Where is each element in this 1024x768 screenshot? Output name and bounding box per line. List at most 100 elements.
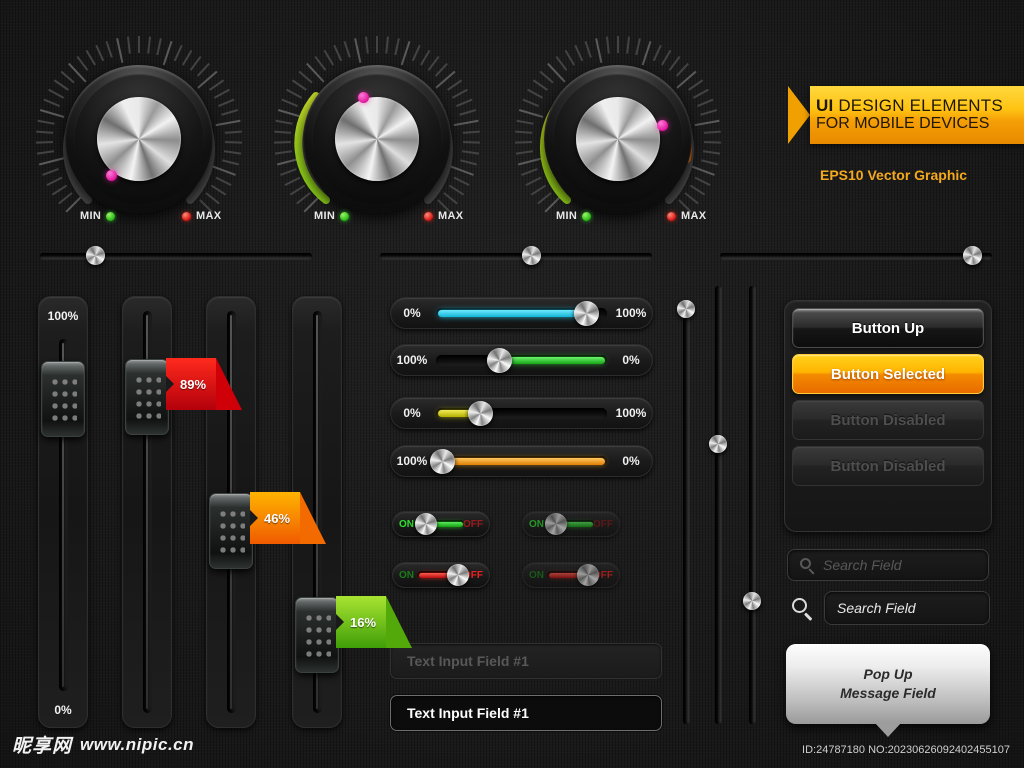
flag-notch	[250, 510, 258, 526]
slider-green[interactable]: 100% 0%	[390, 344, 653, 376]
knob-pointer-dot	[657, 120, 668, 131]
fader-2-handle[interactable]	[125, 359, 169, 435]
slider-orange-track[interactable]	[430, 448, 607, 474]
fader-3-flag-body: 46%	[250, 492, 327, 544]
search-field-inline-placeholder: Search Field	[823, 557, 902, 573]
grip-texture	[49, 375, 77, 427]
fader-4-handle[interactable]	[295, 597, 339, 673]
v-rail-1-knob[interactable]	[677, 300, 695, 318]
flag-tail	[216, 358, 243, 410]
toggle-3[interactable]: ON OFF	[392, 562, 490, 588]
button-up-label: Button Up	[851, 319, 925, 337]
banner-subtitle: EPS10 Vector Graphic	[820, 167, 968, 183]
slider-yellow-track[interactable]	[436, 400, 607, 426]
h-rail-3-knob[interactable]	[963, 246, 982, 265]
toggle-4-knob[interactable]	[577, 564, 600, 586]
flag-tail	[300, 492, 327, 544]
max-led-red	[667, 211, 676, 221]
toggle-3-knob[interactable]	[447, 564, 470, 586]
slider-yellow[interactable]: 0% 100%	[390, 397, 653, 429]
knob-3-min: MIN	[556, 210, 592, 222]
v-rail-2-knob[interactable]	[709, 435, 727, 453]
knob-3-max: MAX	[667, 210, 706, 222]
fader-3-handle[interactable]	[209, 493, 253, 569]
h-rail-2-track[interactable]	[380, 253, 652, 259]
min-label: MIN	[80, 210, 102, 222]
slider-cyan-track[interactable]	[436, 300, 607, 326]
fader-4-value-text: 16%	[350, 614, 377, 630]
fader-2-value-text: 89%	[180, 376, 207, 392]
toggle-4-bar	[549, 572, 580, 578]
h-rail-2-knob[interactable]	[522, 246, 541, 265]
banner-line-1-rest: DESIGN ELEMENTS	[833, 96, 1003, 116]
slider-green-left-label: 100%	[396, 353, 428, 367]
text-input-active[interactable]: Text Input Field #1	[390, 695, 662, 731]
slider-cyan-knob[interactable]	[573, 300, 599, 326]
slider-yellow-knob[interactable]	[467, 400, 493, 426]
h-rail-1-track[interactable]	[40, 253, 312, 259]
grip-texture	[217, 507, 245, 559]
slider-orange-right-label: 0%	[622, 454, 640, 468]
fader-4-flag-body: 16%	[336, 596, 413, 648]
knob-pointer-dot	[358, 92, 369, 103]
v-rail-3-track[interactable]	[749, 286, 755, 724]
banner-tail-arrow	[788, 86, 810, 144]
toggle-4[interactable]: ON OFF	[522, 562, 620, 588]
popup-line-2: Message Field	[840, 685, 936, 701]
slider-orange[interactable]: 100% 0%	[390, 445, 653, 477]
search-icon-external[interactable]	[792, 598, 813, 621]
text-input-inactive[interactable]: Text Input Field #1	[390, 643, 662, 679]
max-label: MAX	[196, 210, 222, 222]
slider-yellow-left-label: 0%	[403, 406, 421, 420]
slider-cyan[interactable]: 0% 100%	[390, 297, 653, 329]
toggle-2[interactable]: ON OFF	[522, 511, 620, 537]
flag-tail	[386, 596, 413, 648]
watermark-cjk: 昵享网	[12, 735, 73, 757]
button-selected[interactable]: Button Selected	[792, 354, 984, 394]
fader-1-top-label: 100%	[47, 309, 79, 323]
toggle-1-knob[interactable]	[414, 513, 437, 535]
toggle-3-on-label: ON	[399, 569, 414, 581]
button-disabled-2: Button Disabled	[792, 446, 984, 486]
banner-body: UI DESIGN ELEMENTS FOR MOBILE DEVICES	[810, 86, 1024, 144]
watermark-site: www.nipic.cn	[80, 734, 195, 754]
v-rail-3-knob[interactable]	[743, 592, 761, 610]
flag-notch	[166, 376, 174, 392]
button-up[interactable]: Button Up	[792, 308, 984, 348]
promo-banner: UI DESIGN ELEMENTS FOR MOBILE DEVICES	[788, 86, 1024, 144]
min-led-green	[582, 211, 592, 221]
slider-green-knob[interactable]	[486, 347, 512, 373]
toggle-1-off-label: OFF	[463, 518, 483, 530]
v-rail-2-track[interactable]	[715, 286, 721, 724]
toggle-1[interactable]: ON OFF	[392, 511, 490, 537]
fader-4-value-flag: 16%	[336, 596, 413, 648]
text-input-inactive-value: Text Input Field #1	[407, 653, 529, 669]
knob-metal-cap	[576, 97, 660, 181]
fader-1-handle[interactable]	[41, 361, 85, 437]
slider-cyan-left-label: 0%	[403, 306, 421, 320]
slider-orange-knob[interactable]	[430, 448, 456, 474]
knob-pointer-dot	[106, 170, 117, 181]
search-field-external[interactable]: Search Field	[824, 591, 990, 625]
watermark: 昵享网 www.nipic.cn	[12, 731, 194, 758]
popup-line-1: Pop Up	[863, 666, 913, 683]
toggle-4-on-label: ON	[529, 569, 544, 581]
slider-green-track[interactable]	[436, 347, 607, 373]
banner-line-1: UI DESIGN ELEMENTS	[816, 97, 1014, 115]
h-rail-3-track[interactable]	[720, 253, 992, 259]
v-rail-1-track[interactable]	[683, 300, 689, 724]
popup-message-field[interactable]: Pop Up Message Field	[786, 644, 990, 737]
search-field-inline[interactable]: Search Field	[787, 549, 989, 581]
toggle-2-knob[interactable]	[544, 513, 567, 535]
toggle-1-on-label: ON	[399, 518, 414, 530]
fader-1[interactable]: 100% 0%	[38, 296, 88, 728]
slider-green-right-label: 0%	[622, 353, 640, 367]
grip-texture	[303, 611, 331, 663]
slider-orange-fill	[442, 457, 605, 465]
slider-green-fill	[499, 356, 605, 364]
h-rail-1-knob[interactable]	[86, 246, 105, 265]
button-disabled-1: Button Disabled	[792, 400, 984, 440]
slider-cyan-right-label: 100%	[615, 306, 647, 320]
knob-metal-cap	[97, 97, 181, 181]
fader-2[interactable]	[122, 296, 172, 728]
